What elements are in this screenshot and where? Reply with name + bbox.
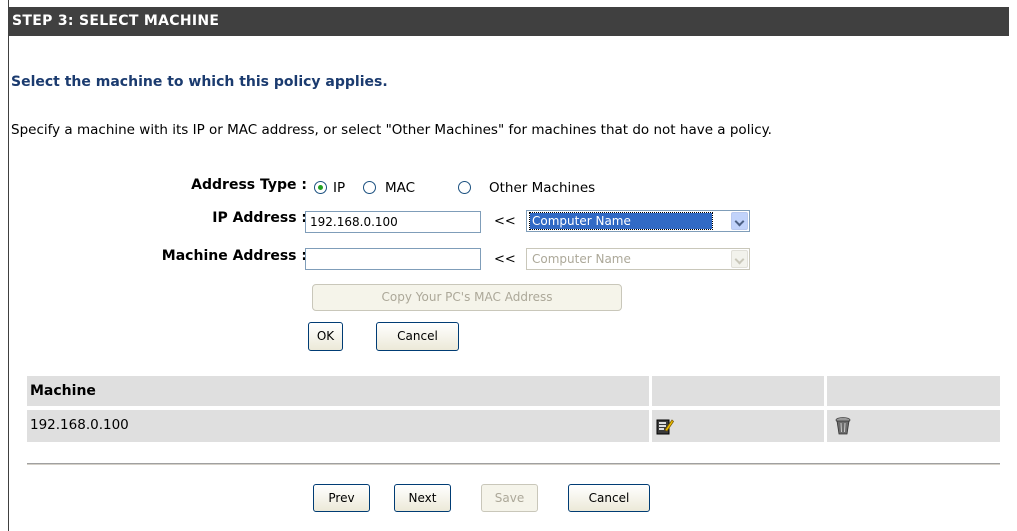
section-header: STEP 3: SELECT MACHINE <box>8 7 1009 36</box>
machine-address-input[interactable] <box>305 248 481 270</box>
section-description: Specify a machine with its IP or MAC add… <box>11 122 772 138</box>
ip-address-label: IP Address : <box>212 210 307 226</box>
ip-address-input[interactable] <box>305 211 481 233</box>
next-button[interactable]: Next <box>394 484 451 512</box>
divider <box>27 463 1000 465</box>
radio-other-machines-label: Other Machines <box>489 180 596 196</box>
table-header-delete <box>827 376 1000 406</box>
machine-address-label: Machine Address : <box>161 248 307 264</box>
section-subtitle: Select the machine to which this policy … <box>11 74 388 90</box>
ip-copy-arrow: << <box>494 214 516 229</box>
radio-ip[interactable] <box>314 181 327 194</box>
table-header-edit <box>652 376 824 406</box>
ip-computer-name-select[interactable]: Computer Name <box>526 210 750 232</box>
trash-icon[interactable] <box>834 416 852 436</box>
form-cancel-button[interactable]: Cancel <box>376 322 459 351</box>
machine-computer-name-select[interactable]: Computer Name <box>526 248 750 270</box>
prev-button[interactable]: Prev <box>313 484 370 512</box>
edit-icon[interactable] <box>656 417 674 435</box>
radio-other-machines[interactable] <box>458 181 471 194</box>
radio-mac[interactable] <box>363 181 376 194</box>
chevron-down-icon[interactable] <box>731 212 748 230</box>
chevron-down-icon[interactable] <box>731 250 748 268</box>
radio-ip-label: IP <box>333 180 346 196</box>
table-row-machine: 192.168.0.100 <box>27 410 649 442</box>
copy-mac-button[interactable]: Copy Your PC's MAC Address <box>312 284 622 311</box>
address-type-label: Address Type : <box>191 177 307 193</box>
ip-select-value: Computer Name <box>529 212 713 230</box>
table-row-delete-cell <box>827 410 1000 442</box>
ok-button[interactable]: OK <box>308 322 343 351</box>
table-header-machine: Machine <box>27 376 649 406</box>
save-button[interactable]: Save <box>481 484 538 512</box>
machine-select-value: Computer Name <box>532 252 631 266</box>
footer-cancel-button[interactable]: Cancel <box>568 484 650 512</box>
radio-mac-label: MAC <box>385 180 416 196</box>
table-row-edit-cell <box>652 410 824 442</box>
machine-copy-arrow: << <box>494 252 516 267</box>
